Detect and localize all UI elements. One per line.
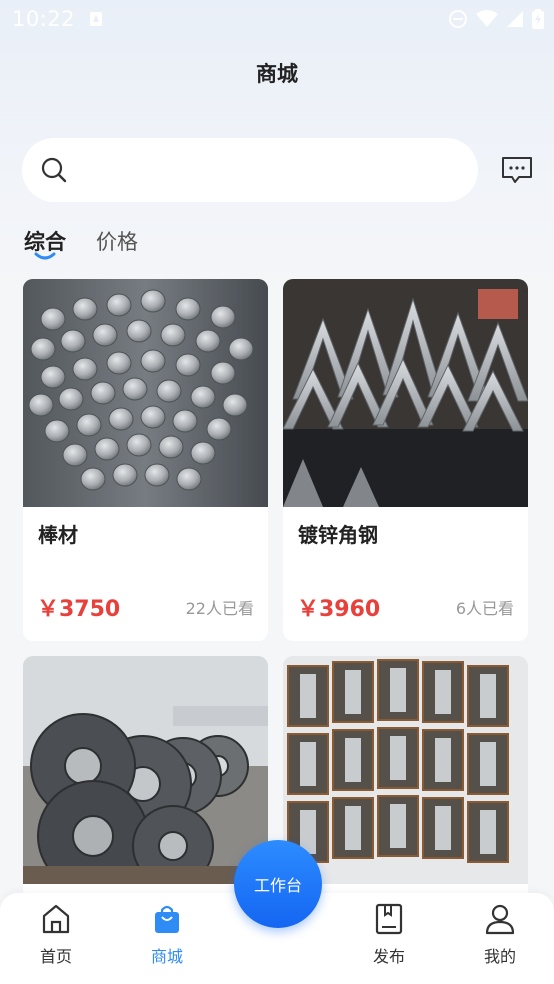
- profile-icon: [485, 904, 515, 935]
- tabbar-label-mall: 商城: [150, 947, 183, 966]
- tabbar-item-mine[interactable]: 我的: [460, 903, 540, 967]
- product-card[interactable]: 镀锌角钢 ￥3960 6人已看: [283, 279, 528, 641]
- active-tab-indicator: [34, 252, 56, 260]
- product-name: 棒材: [38, 523, 78, 547]
- tab-comprehensive[interactable]: 综合: [24, 226, 66, 260]
- signal-icon: [507, 11, 523, 27]
- home-icon: [42, 904, 70, 934]
- search-icon: [41, 157, 67, 183]
- tabbar-item-mall[interactable]: 商城: [127, 903, 207, 967]
- workbench-button[interactable]: 工作台: [234, 840, 322, 928]
- tabbar-label-publish: 发布: [372, 947, 405, 966]
- status-time: 10:22: [12, 7, 76, 31]
- page-title: 商城: [256, 62, 298, 86]
- search-bar[interactable]: [22, 138, 478, 202]
- product-name: 镀锌角钢: [298, 523, 378, 547]
- product-image-steel-coils: [23, 656, 268, 884]
- tab-comprehensive-label: 综合: [24, 230, 66, 254]
- do-not-disturb-icon: [449, 10, 467, 28]
- message-icon: [502, 157, 532, 183]
- wifi-icon: [476, 10, 498, 27]
- product-image-angle-steel: [283, 279, 528, 507]
- product-price: ￥3960: [297, 597, 381, 622]
- search-input[interactable]: [80, 150, 460, 190]
- tab-price-label: 价格: [96, 230, 138, 254]
- tabbar-item-home[interactable]: 首页: [16, 903, 96, 967]
- product-price: ￥3750: [37, 597, 121, 622]
- product-card[interactable]: 棒材 ￥3750 22人已看: [23, 279, 268, 641]
- tab-price[interactable]: 价格: [96, 226, 138, 256]
- status-bar: 10:22: [0, 0, 554, 38]
- product-image-steel-bars: [23, 279, 268, 507]
- battery-icon: [532, 9, 544, 29]
- filter-tabs: 综合 价格: [24, 226, 138, 260]
- tabbar-label-home: 首页: [39, 947, 72, 966]
- product-views: 22人已看: [185, 599, 254, 618]
- publish-book-icon: [375, 903, 403, 935]
- tabbar-label-mine: 我的: [483, 947, 516, 966]
- notification-icon: [90, 12, 103, 26]
- message-button[interactable]: [500, 154, 534, 186]
- tabbar-item-publish[interactable]: 发布: [349, 903, 429, 967]
- product-image-i-beams: [283, 656, 528, 884]
- shopping-bag-icon: [155, 905, 179, 933]
- workbench-label: 工作台: [253, 876, 302, 895]
- product-views: 6人已看: [455, 599, 514, 618]
